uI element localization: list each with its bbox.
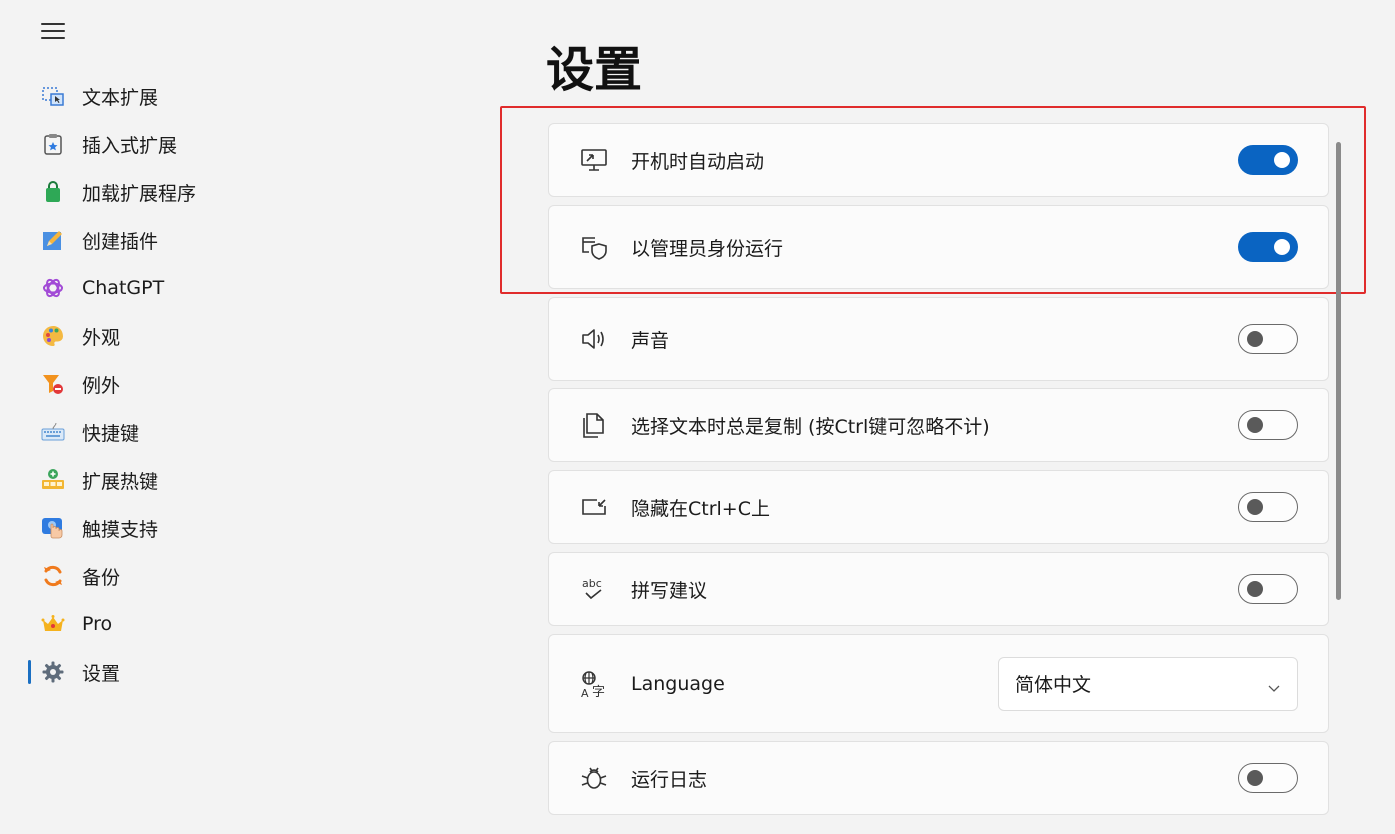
setting-autostart: 开机时自动启动 [548,123,1329,197]
setting-hide-on-ctrl-c: 隐藏在Ctrl+C上 [548,470,1329,544]
sidebar-item-settings[interactable]: 设置 [28,648,488,696]
sidebar-item-label: 文本扩展 [82,86,159,109]
sidebar-item-label: 快捷键 [82,422,140,445]
setting-spell-suggestions: abc 拼写建议 [548,552,1329,626]
setting-label: 拼写建议 [631,579,708,602]
svg-text:abc: abc [582,577,602,590]
chatgpt-logo-icon [40,275,66,301]
spell-suggestions-toggle[interactable] [1238,574,1298,604]
setting-label: 选择文本时总是复制 (按Ctrl键可忽略不计) [631,415,990,438]
sidebar-item-label: 扩展热键 [82,470,159,493]
sidebar-item-label: 备份 [82,566,121,589]
clipboard-star-icon [40,131,66,157]
app-window: 文本扩展 插入式扩展 加载扩展程序 创建插件 ChatGPT 外观 例外 快捷键… [0,0,1395,834]
language-selected-value: 简体中文 [1015,674,1092,696]
sidebar-item-label: 触摸支持 [82,518,159,541]
shopping-bag-icon [40,179,66,205]
active-indicator [28,660,31,684]
sidebar-item-load-extensions[interactable]: 加载扩展程序 [28,168,488,216]
svg-text:字: 字 [592,685,605,699]
gear-icon [40,659,66,685]
sidebar-item-label: 创建插件 [82,230,159,253]
setting-run-log: 运行日志 [548,741,1329,815]
keyboard-icon [40,419,66,445]
setting-sound: 声音 [548,297,1329,381]
sidebar-item-label: 外观 [82,326,121,349]
setting-label: 声音 [631,329,670,352]
monitor-icon [577,143,611,177]
pencil-icon [40,227,66,253]
copy-on-select-toggle[interactable] [1238,410,1298,440]
language-icon: A字 [577,667,611,701]
setting-run-as-admin: 以管理员身份运行 [548,205,1329,289]
setting-label: Language [631,672,725,695]
sidebar-item-label: ChatGPT [82,277,165,299]
vertical-scrollbar[interactable] [1336,142,1341,600]
sidebar-item-chatgpt[interactable]: ChatGPT [28,264,488,312]
bug-icon [577,761,611,795]
language-dropdown[interactable]: 简体中文 [998,656,1298,711]
filter-exclude-icon [40,371,66,397]
sidebar-item-label: 例外 [82,374,121,397]
sidebar-item-exceptions[interactable]: 例外 [28,360,488,408]
sidebar-item-label: 设置 [82,662,121,685]
hamburger-menu-icon[interactable] [36,18,70,44]
palette-icon [40,323,66,349]
setting-label: 运行日志 [631,768,708,791]
sidebar-item-create-plugin[interactable]: 创建插件 [28,216,488,264]
sidebar-item-shortcuts[interactable]: 快捷键 [28,408,488,456]
sound-toggle[interactable] [1238,324,1298,354]
run-log-toggle[interactable] [1238,763,1298,793]
sidebar-item-text-expansion[interactable]: 文本扩展 [28,72,488,120]
autostart-toggle[interactable] [1238,145,1298,175]
setting-label: 隐藏在Ctrl+C上 [631,497,770,520]
sidebar: 文本扩展 插入式扩展 加载扩展程序 创建插件 ChatGPT 外观 例外 快捷键… [0,0,520,834]
sidebar-nav: 文本扩展 插入式扩展 加载扩展程序 创建插件 ChatGPT 外观 例外 快捷键… [28,72,488,696]
sidebar-item-extension-hotkeys[interactable]: 扩展热键 [28,456,488,504]
sidebar-item-backup[interactable]: 备份 [28,552,488,600]
setting-label: 开机时自动启动 [631,150,765,173]
crown-icon [40,611,66,637]
window-arrow-icon [577,490,611,524]
chevron-down-icon [1267,678,1281,700]
sidebar-item-touch-support[interactable]: 触摸支持 [28,504,488,552]
sidebar-item-insert-expansion[interactable]: 插入式扩展 [28,120,488,168]
setting-language: A字 Language 简体中文 [548,634,1329,733]
sidebar-item-label: 加载扩展程序 [82,182,197,205]
copy-icon [577,408,611,442]
setting-label: 以管理员身份运行 [631,237,784,260]
spellcheck-icon: abc [577,572,611,606]
sync-icon [40,563,66,589]
shield-window-icon [577,230,611,264]
text-expansion-icon [40,83,66,109]
sidebar-item-label: 插入式扩展 [82,134,178,157]
sidebar-item-label: Pro [82,613,113,635]
setting-copy-on-select: 选择文本时总是复制 (按Ctrl键可忽略不计) [548,388,1329,462]
hotkey-add-icon [40,467,66,493]
run-as-admin-toggle[interactable] [1238,232,1298,262]
touch-icon [40,515,66,541]
svg-text:A: A [581,687,589,699]
speaker-icon [577,322,611,356]
hide-on-ctrl-c-toggle[interactable] [1238,492,1298,522]
page-title: 设置 [546,42,643,98]
sidebar-item-pro[interactable]: Pro [28,600,488,648]
sidebar-item-appearance[interactable]: 外观 [28,312,488,360]
